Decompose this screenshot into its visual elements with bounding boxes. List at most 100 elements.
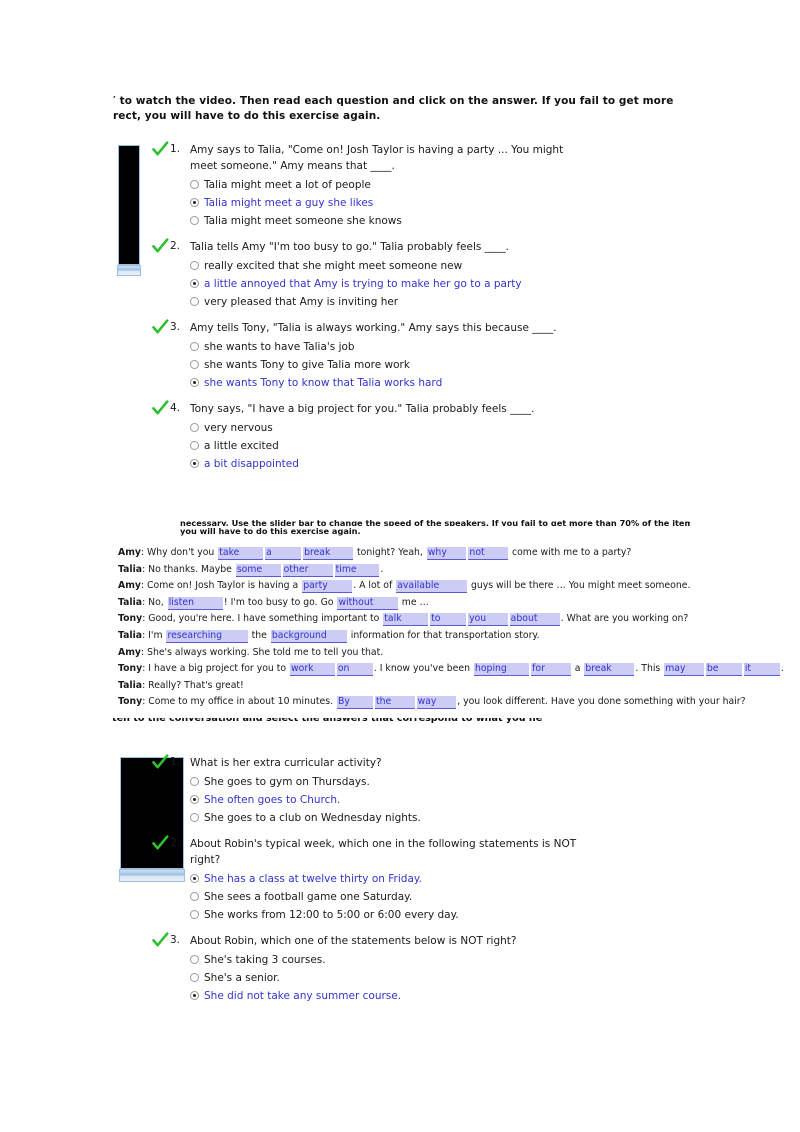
answer-option[interactable]: very nervous — [190, 419, 622, 437]
transcript-blank-answer[interactable]: you — [468, 613, 508, 627]
transcript-text: : I'm — [142, 629, 166, 641]
transcript-blank-answer[interactable]: the — [375, 696, 415, 710]
transcript-text: , you look different. Have you done some… — [457, 696, 746, 708]
transcript-text: . I know you've been — [373, 663, 473, 675]
radio-button[interactable] — [190, 378, 199, 387]
listening-instruction: ten to the conversation and select the a… — [112, 718, 542, 727]
question-number: 3. — [170, 934, 181, 946]
transcript-blank-answer[interactable]: available — [396, 580, 467, 594]
radio-button[interactable] — [190, 198, 199, 207]
answer-option[interactable]: she wants Tony to give Talia more work — [190, 356, 622, 374]
transcript-blank-answer[interactable]: break — [584, 663, 635, 677]
transcript-blank-answer[interactable]: listen — [167, 596, 223, 610]
radio-button[interactable] — [190, 795, 199, 804]
answer-option[interactable]: really excited that she might meet someo… — [190, 257, 622, 275]
transcript-blank-answer[interactable]: way — [416, 696, 457, 710]
radio-button[interactable] — [190, 261, 199, 270]
radio-button[interactable] — [190, 874, 199, 883]
transcript-speaker: Tony — [118, 613, 143, 625]
answer-option[interactable]: She often goes to Church. — [190, 791, 622, 809]
radio-button[interactable] — [190, 973, 199, 982]
transcript-blank-answer[interactable]: some — [235, 563, 281, 577]
radio-button[interactable] — [190, 892, 199, 901]
transcript-blank-answer[interactable]: for — [531, 663, 571, 677]
question-header: 2. Talia tells Amy "I'm too busy to go." … — [152, 238, 622, 255]
radio-button[interactable] — [190, 441, 199, 450]
answer-option[interactable]: a little annoyed that Amy is trying to m… — [190, 275, 622, 293]
question-item: 2. Talia tells Amy "I'm too busy to go." … — [152, 238, 622, 311]
answer-option[interactable]: She works from 12:00 to 5:00 or 6:00 eve… — [190, 906, 622, 924]
answer-option[interactable]: She's taking 3 courses. — [190, 951, 622, 969]
transcript-blank-answer[interactable]: researching — [166, 629, 248, 643]
question-number: 2. — [170, 837, 181, 849]
answer-option[interactable]: She's a senior. — [190, 969, 622, 987]
transcript-blank-answer[interactable]: party — [302, 580, 353, 594]
top-instruction-line-2: rect, you will have to do this exercise … — [113, 110, 381, 122]
answer-option-label: Talia might meet a lot of people — [204, 179, 371, 191]
answer-option[interactable]: She sees a football game one Saturday. — [190, 888, 622, 906]
transcript-blank-answer[interactable]: time — [334, 563, 380, 577]
check-mark-icon — [152, 754, 169, 771]
answer-option[interactable]: a little excited — [190, 437, 622, 455]
radio-button[interactable] — [190, 180, 199, 189]
question-number: 1. — [170, 756, 181, 768]
answer-option[interactable]: very pleased that Amy is inviting her — [190, 293, 622, 311]
radio-button[interactable] — [190, 991, 199, 1000]
transcript-blank-answer[interactable]: a — [265, 547, 302, 560]
radio-button[interactable] — [190, 423, 199, 432]
question-text: What is her extra curricular activity? — [190, 757, 382, 769]
transcript-blank-answer[interactable]: other — [282, 563, 333, 577]
transcript-text: : Come to my office in about 10 minutes. — [142, 696, 336, 708]
transcript-blank-answer[interactable]: By — [337, 696, 373, 710]
transcript-text: me … — [398, 596, 429, 608]
answer-option[interactable]: She goes to a club on Wednesday nights. — [190, 809, 622, 827]
transcript-speaker: Amy — [118, 580, 141, 592]
answer-option[interactable]: She goes to gym on Thursdays. — [190, 773, 622, 791]
radio-button[interactable] — [190, 910, 199, 919]
transcript-blank-answer[interactable]: it — [743, 663, 780, 677]
transcript-blank-answer[interactable]: hoping — [473, 663, 530, 677]
check-mark-icon — [152, 319, 169, 336]
answer-option[interactable]: Talia might meet a guy she likes — [190, 194, 622, 212]
transcript-blank-answer[interactable]: break — [303, 547, 354, 560]
answer-option[interactable]: Talia might meet someone she knows — [190, 212, 622, 230]
radio-button[interactable] — [190, 955, 199, 964]
answer-option-label: She works from 12:00 to 5:00 or 6:00 eve… — [204, 909, 459, 921]
transcript-blank-answer[interactable]: without — [337, 596, 398, 610]
transcript-line: Talia: No thanks. Maybe some other time. — [118, 562, 800, 579]
answer-option[interactable]: She did not take any summer course. — [190, 987, 622, 1005]
answer-option[interactable]: she wants Tony to know that Talia works … — [190, 374, 622, 392]
transcript-blank-answer[interactable]: be — [705, 663, 742, 677]
transcript-blank-answer[interactable]: not — [468, 547, 509, 560]
transcript-blank-answer[interactable]: talk — [383, 613, 429, 627]
radio-button[interactable] — [190, 459, 199, 468]
transcript-blank-answer[interactable]: work — [290, 663, 335, 677]
question-header: 1. What is her extra curricular activity? — [152, 754, 622, 771]
radio-button[interactable] — [190, 813, 199, 822]
check-mark-icon — [152, 400, 169, 417]
radio-button[interactable] — [190, 279, 199, 288]
quiz-section-video: 1. Amy says to Talia, "Come on! Josh Tayl… — [152, 141, 622, 482]
video-player-1[interactable] — [118, 145, 140, 265]
transcript-blank-answer[interactable]: take — [218, 547, 264, 560]
transcript-blank-answer[interactable]: on — [336, 663, 373, 677]
transcript-blank-answer[interactable]: may — [664, 663, 704, 677]
answer-option-label: very nervous — [204, 422, 273, 434]
radio-button[interactable] — [190, 360, 199, 369]
answer-option[interactable]: She has a class at twelve thirty on Frid… — [190, 870, 622, 888]
transcript-text: . A lot of — [353, 580, 396, 592]
answer-option[interactable]: Talia might meet a lot of people — [190, 176, 622, 194]
transcript-text: : I have a big project for you to — [142, 663, 290, 675]
radio-button[interactable] — [190, 216, 199, 225]
question-header: 3. About Robin, which one of the statemen… — [152, 932, 622, 949]
transcript-blank-answer[interactable]: background — [270, 629, 347, 643]
radio-button[interactable] — [190, 297, 199, 306]
transcript-blank-answer[interactable]: to — [430, 613, 467, 627]
answer-option[interactable]: she wants to have Talia's job — [190, 338, 622, 356]
transcript-blank-answer[interactable]: why — [426, 547, 467, 560]
video-player-1-controls[interactable] — [117, 265, 141, 276]
radio-button[interactable] — [190, 777, 199, 786]
radio-button[interactable] — [190, 342, 199, 351]
answer-option[interactable]: a bit disappointed — [190, 455, 622, 473]
transcript-blank-answer[interactable]: about — [509, 613, 560, 627]
